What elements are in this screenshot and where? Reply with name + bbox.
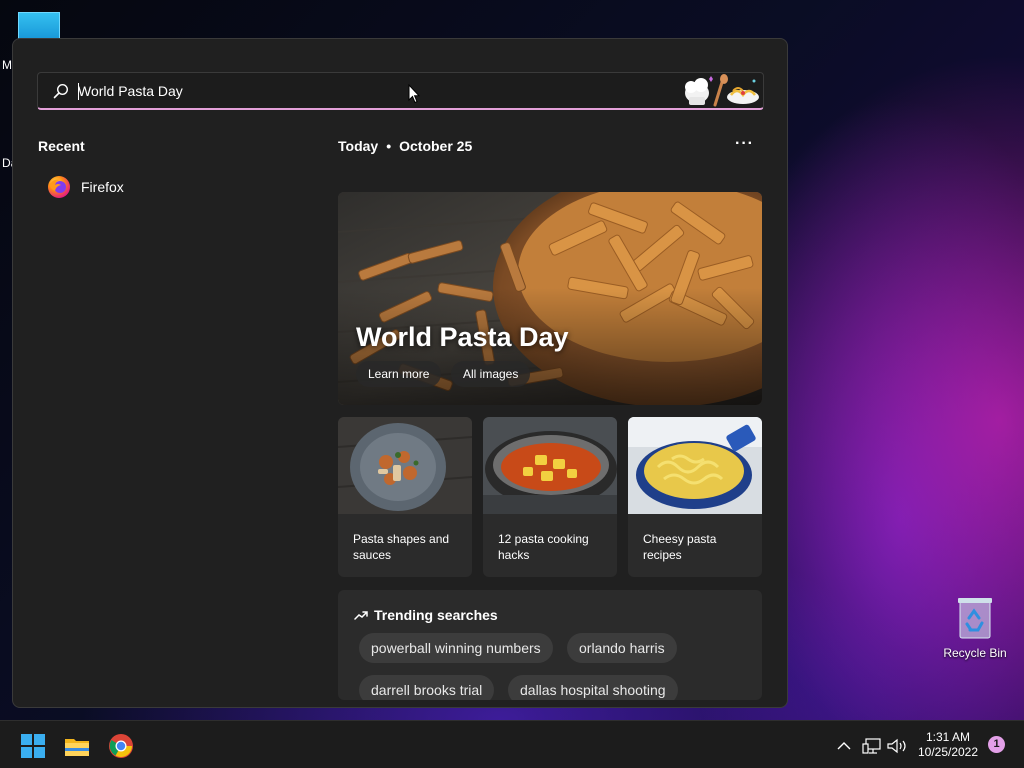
trending-pill[interactable]: darrell brooks trial — [359, 675, 495, 700]
today-separator: • — [386, 138, 392, 154]
trending-title: Trending searches — [374, 607, 498, 623]
network-icon[interactable] — [862, 737, 882, 755]
taskbar: 1:31 AM 10/25/2022 1 — [0, 720, 1024, 768]
recent-item-firefox[interactable]: Firefox — [47, 174, 124, 200]
trending-searches-card: Trending searches powerball winning numb… — [338, 590, 762, 700]
mouse-pointer-icon — [408, 84, 420, 104]
search-icon — [53, 83, 69, 99]
clock-date: 10/25/2022 — [917, 745, 979, 759]
pasta-pan-image — [483, 417, 617, 514]
trending-up-icon — [354, 611, 368, 620]
pasta-chef-doodle-icon[interactable] — [681, 73, 761, 109]
trending-pill[interactable]: dallas hospital shooting — [508, 675, 678, 700]
all-images-button[interactable]: All images — [451, 361, 531, 387]
recent-item-label: Firefox — [81, 179, 124, 195]
recycle-bin[interactable]: Recycle Bin — [940, 596, 1010, 660]
trending-pill[interactable]: powerball winning numbers — [359, 633, 553, 663]
card-label: Pasta shapes and sauces — [353, 532, 450, 562]
clock-time: 1:31 AM — [925, 730, 971, 744]
trending-heading: Trending searches — [354, 607, 498, 623]
hero-card-world-pasta-day[interactable]: World Pasta Day Learn more All images — [338, 192, 762, 405]
file-explorer-icon[interactable] — [64, 733, 90, 759]
trending-pill[interactable]: orlando harris — [567, 633, 677, 663]
clock[interactable]: 1:31 AM 10/25/2022 — [912, 730, 984, 760]
text-caret — [78, 83, 79, 100]
card-label: 12 pasta cooking hacks — [498, 532, 589, 562]
card-pasta-hacks[interactable]: 12 pasta cooking hacks — [483, 417, 617, 577]
today-date: October 25 — [399, 138, 473, 154]
recent-heading: Recent — [38, 138, 85, 154]
notification-badge[interactable]: 1 — [988, 736, 1005, 753]
card-cheesy-pasta[interactable]: Cheesy pasta recipes — [628, 417, 762, 577]
recycle-bin-icon — [957, 596, 993, 640]
search-box[interactable] — [37, 72, 764, 110]
desktop-shortcut-icon[interactable] — [18, 12, 60, 40]
search-input[interactable] — [78, 81, 638, 101]
firefox-icon — [48, 176, 70, 198]
desktop-label-fragment: M — [2, 58, 12, 72]
recycle-bin-label: Recycle Bin — [943, 646, 1007, 660]
learn-more-button[interactable]: Learn more — [356, 361, 442, 387]
hero-title: World Pasta Day — [356, 322, 569, 352]
windows-start-icon[interactable] — [20, 733, 46, 759]
more-options-button[interactable]: ··· — [735, 135, 754, 153]
today-header: Today • October 25 — [338, 138, 472, 154]
volume-icon[interactable] — [886, 737, 908, 755]
chrome-icon[interactable] — [108, 733, 134, 759]
show-hidden-icons-chevron-icon[interactable] — [836, 737, 852, 755]
pasta-plate-image — [338, 417, 472, 514]
search-panel: Recent Firefox Today • October 25 ··· — [12, 38, 788, 708]
card-pasta-shapes[interactable]: Pasta shapes and sauces — [338, 417, 472, 577]
cheesy-pasta-image — [628, 417, 762, 514]
today-label: Today — [338, 138, 379, 154]
card-label: Cheesy pasta recipes — [643, 532, 717, 562]
